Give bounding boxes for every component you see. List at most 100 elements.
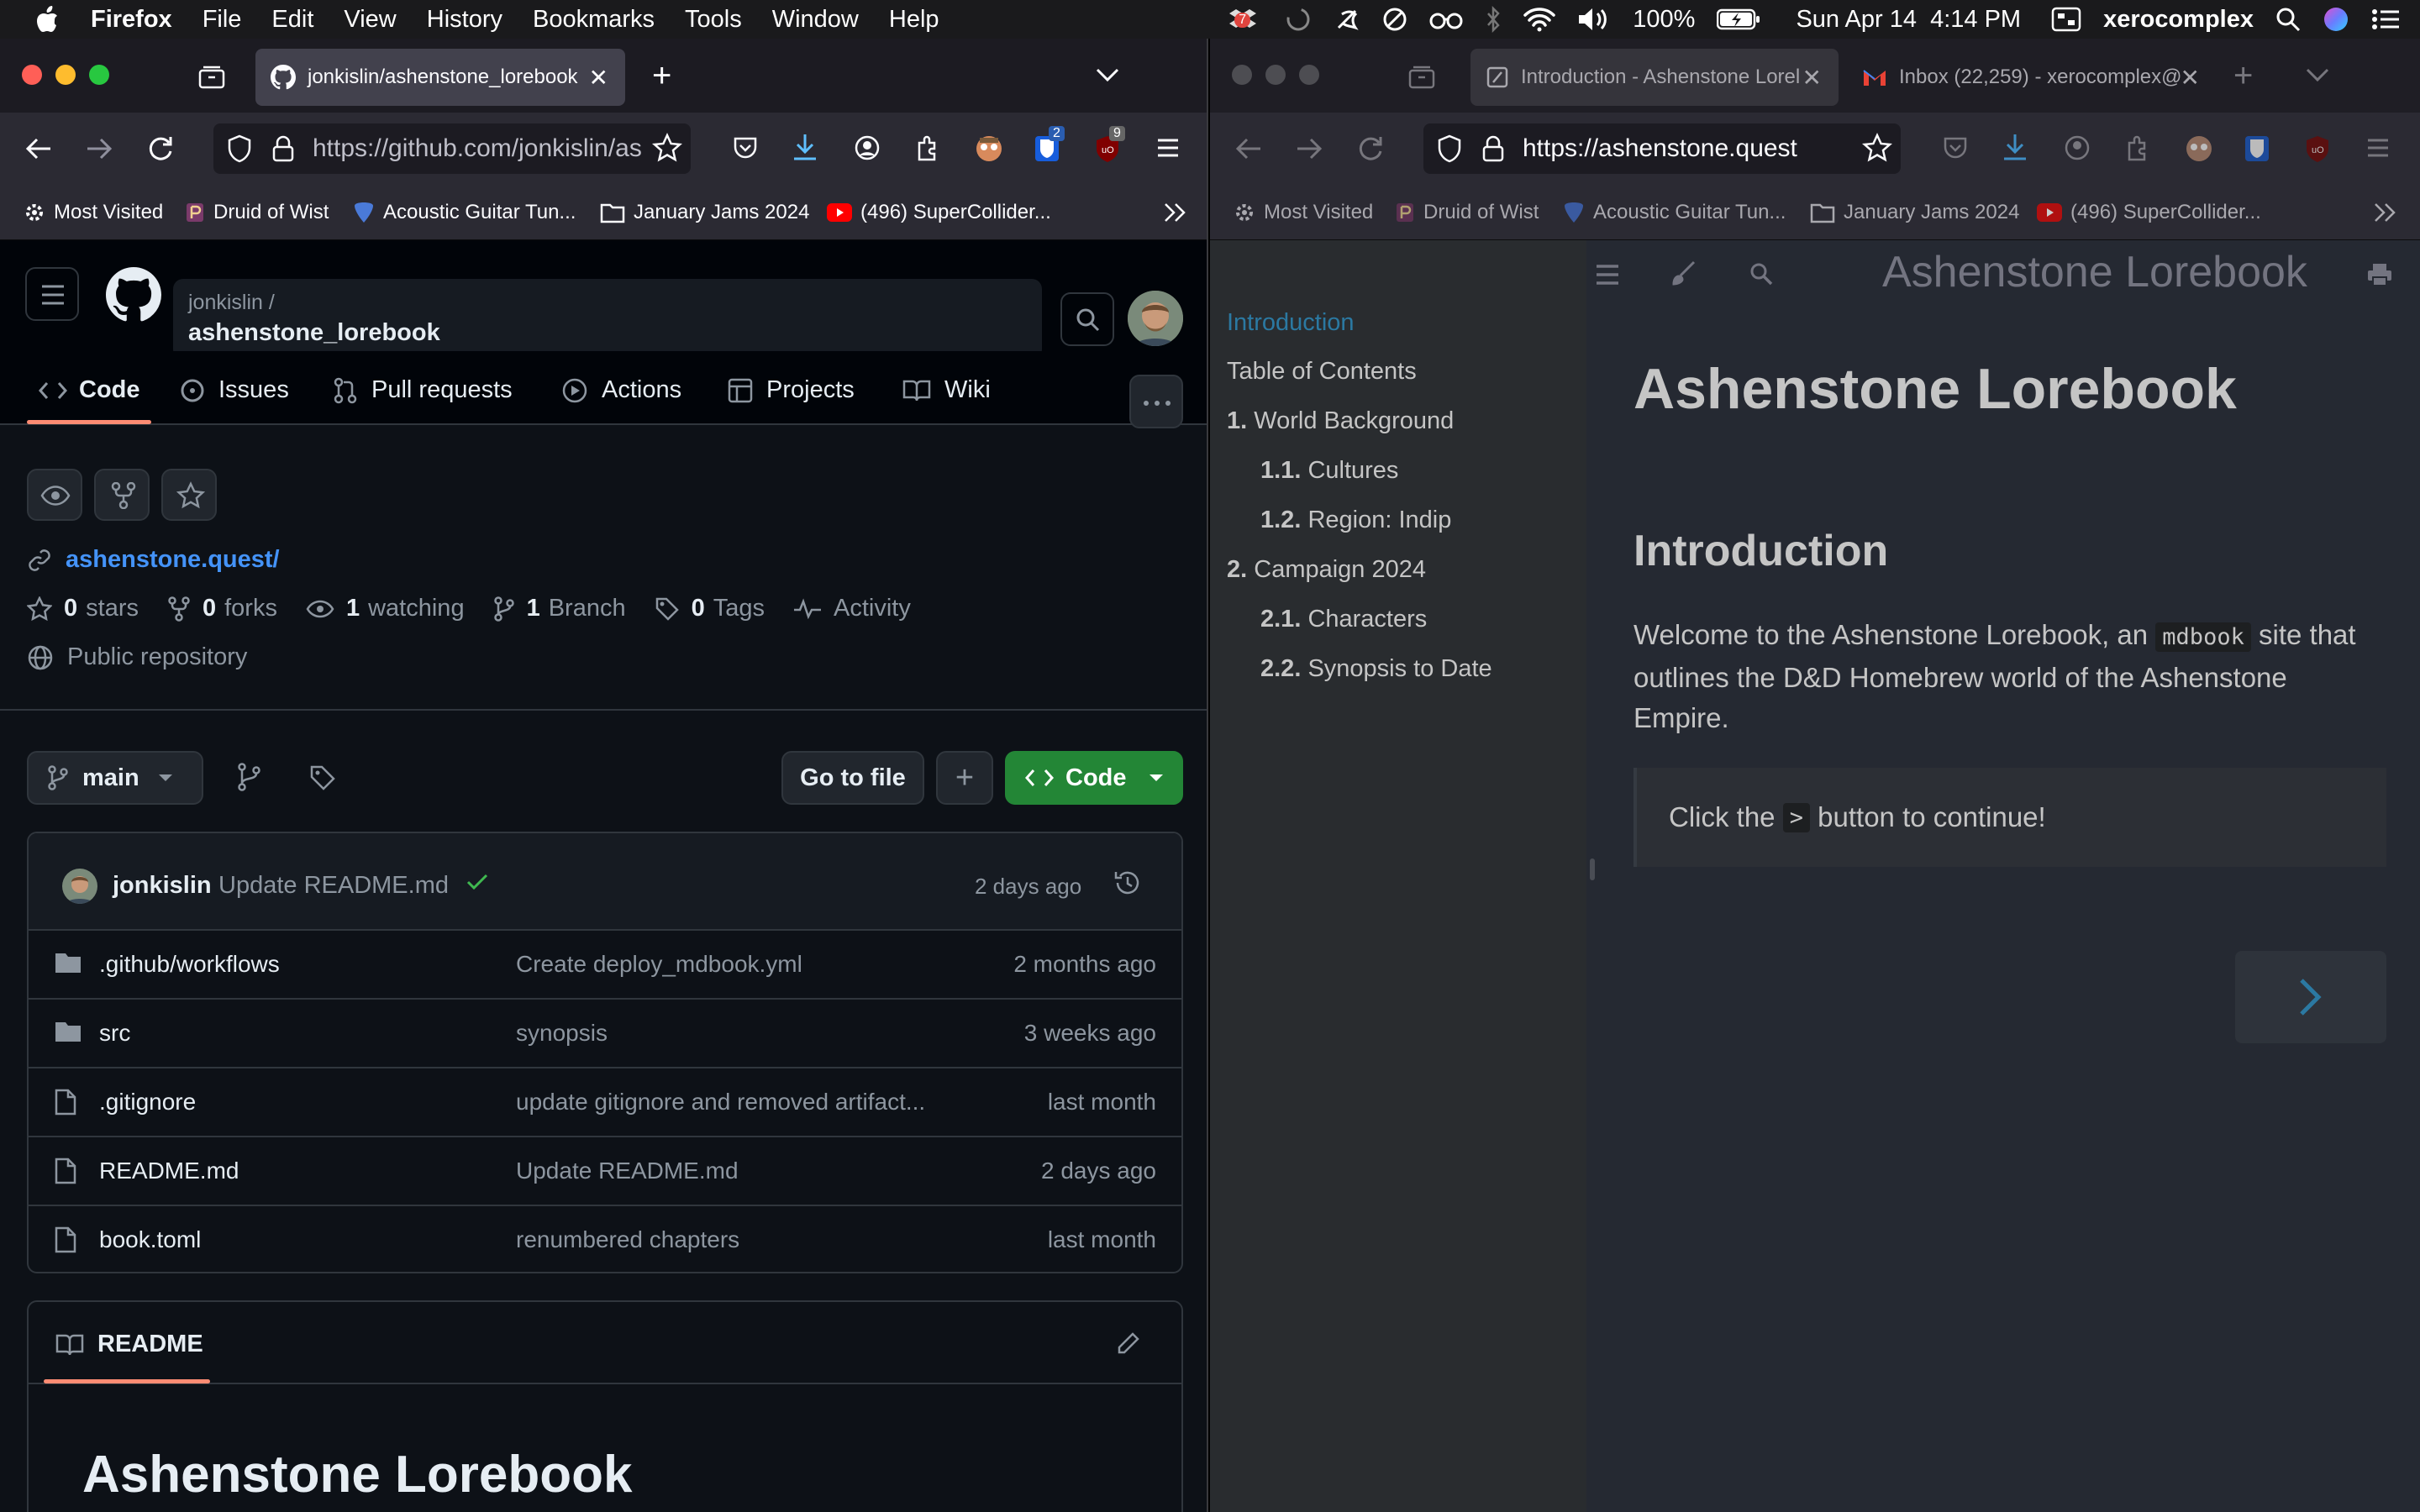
add-file-button[interactable]: +: [936, 751, 993, 805]
search-button[interactable]: [1060, 292, 1114, 346]
tags-stat[interactable]: 0 Tags: [655, 595, 765, 622]
sidebar-item-cultures[interactable]: 1.1. Cultures: [1260, 457, 1398, 485]
control-center-icon[interactable]: [2051, 7, 2081, 32]
more-options-button[interactable]: [1129, 375, 1183, 428]
volume-icon[interactable]: [1577, 7, 1611, 32]
list-all-tabs-icon[interactable]: [2306, 67, 2329, 82]
forward-arrow-icon[interactable]: [86, 136, 113, 161]
account-icon[interactable]: [2064, 134, 2091, 161]
list-all-tabs-icon[interactable]: [1096, 67, 1119, 82]
bookmark-star-icon[interactable]: [1862, 133, 1892, 163]
sidebar-item-synopsis[interactable]: 2.2. Synopsis to Date: [1260, 655, 1492, 683]
file-row[interactable]: README.md Update README.md 2 days ago: [27, 1136, 1183, 1205]
repo-website-link[interactable]: ashenstone.quest/: [27, 546, 280, 574]
extensions-icon[interactable]: [916, 134, 941, 161]
commit-author-avatar[interactable]: [62, 869, 97, 904]
bitwarden-icon[interactable]: 2: [1034, 126, 1065, 163]
file-row[interactable]: .gitignore update gitignore and removed a…: [27, 1067, 1183, 1136]
tab-introduction[interactable]: Introduction - Ashenstone Lorel ✕: [1470, 49, 1839, 106]
bookmark-folder-january-jams[interactable]: January Jams 2024: [600, 185, 809, 240]
url-bar[interactable]: https://ashenstone.quest: [1423, 123, 1901, 174]
menu-file[interactable]: File: [203, 6, 242, 34]
file-name[interactable]: src: [99, 1020, 130, 1047]
tab-pull-requests[interactable]: Pull requests: [333, 376, 513, 404]
history-icon[interactable]: [1113, 869, 1143, 897]
next-chapter-button[interactable]: [2235, 951, 2386, 1043]
extensions-icon[interactable]: [2126, 134, 2151, 161]
file-name[interactable]: README.md: [99, 1158, 239, 1184]
menu-window[interactable]: Window: [772, 6, 859, 34]
avatar[interactable]: [1128, 291, 1183, 346]
menu-help[interactable]: Help: [889, 6, 939, 34]
bookmark-guitar-tuner[interactable]: Acoustic Guitar Tun...: [1563, 185, 1786, 240]
bookmark-supercollider[interactable]: (496) SuperCollider...: [2037, 185, 2261, 240]
readme-tab[interactable]: README: [55, 1331, 203, 1358]
zoom-window-button[interactable]: [1299, 65, 1319, 85]
theme-brush-icon[interactable]: [1670, 260, 1696, 286]
star-button[interactable]: [161, 469, 217, 521]
commit-message[interactable]: Update README.md: [218, 872, 449, 900]
menu-edit[interactable]: Edit: [271, 6, 313, 34]
file-commit-message[interactable]: Update README.md: [516, 1158, 739, 1184]
account-icon[interactable]: [854, 134, 881, 161]
file-name[interactable]: .github/workflows: [99, 951, 280, 978]
menu-view[interactable]: View: [344, 6, 396, 34]
sidebar-toggle-icon[interactable]: [1595, 264, 1620, 286]
check-icon[interactable]: [466, 872, 489, 892]
pocket-icon[interactable]: [733, 136, 758, 160]
bookmark-guitar-tuner[interactable]: Acoustic Guitar Tun...: [353, 185, 576, 240]
bookmark-most-visited[interactable]: Most Visited: [1234, 185, 1373, 240]
bookmark-druid-of-wist[interactable]: Druid of Wist: [1395, 185, 1539, 240]
pocket-icon[interactable]: [1943, 136, 1968, 160]
circle-slash-icon[interactable]: [1382, 7, 1407, 32]
minimize-window-button[interactable]: [55, 65, 76, 85]
global-nav-menu-button[interactable]: [25, 267, 79, 321]
close-window-button[interactable]: [22, 65, 42, 85]
siri-icon[interactable]: [2323, 6, 2349, 33]
close-tab-icon[interactable]: ✕: [1802, 64, 1822, 92]
menu-tools[interactable]: Tools: [685, 6, 742, 34]
file-name[interactable]: .gitignore: [99, 1089, 196, 1116]
search-icon[interactable]: [1749, 262, 1773, 286]
bookmark-star-icon[interactable]: [652, 133, 682, 163]
ublock-icon[interactable]: uO: [2304, 134, 2331, 163]
back-arrow-icon[interactable]: [25, 136, 52, 161]
tab-actions[interactable]: Actions: [561, 376, 681, 404]
extension-avatar-icon[interactable]: [975, 134, 1003, 163]
sidebar-item-campaign-2024[interactable]: 2. Campaign 2024: [1227, 556, 1426, 584]
file-name[interactable]: book.toml: [99, 1226, 201, 1253]
tab-groups-icon[interactable]: [198, 64, 225, 89]
tab-groups-icon[interactable]: [1408, 64, 1435, 89]
sidebar-resize-handle[interactable]: [1590, 858, 1595, 880]
close-tab-icon[interactable]: ✕: [2181, 64, 2200, 92]
stars-stat[interactable]: 0 stars: [27, 595, 139, 622]
close-tab-icon[interactable]: ✕: [589, 64, 608, 92]
lock-icon[interactable]: [1482, 135, 1504, 162]
bookmark-druid-of-wist[interactable]: Druid of Wist: [185, 185, 329, 240]
extension-avatar-icon[interactable]: [2185, 134, 2213, 163]
downloads-icon[interactable]: [2002, 133, 2028, 161]
tab-gmail[interactable]: Inbox (22,259) - xerocomplex@ ✕: [1847, 49, 2217, 106]
forks-stat[interactable]: 0 forks: [167, 595, 277, 622]
sidebar-item-introduction[interactable]: Introduction: [1227, 309, 1355, 337]
reload-icon[interactable]: [1356, 134, 1385, 163]
tab-github[interactable]: jonkislin/ashenstone_lorebook ✕: [255, 49, 625, 106]
file-row[interactable]: .github/workflows Create deploy_mdbook.ym…: [27, 929, 1183, 998]
file-commit-message[interactable]: update gitignore and removed artifact...: [516, 1089, 925, 1116]
file-commit-message[interactable]: synopsis: [516, 1020, 608, 1047]
file-commit-message[interactable]: Create deploy_mdbook.yml: [516, 951, 802, 978]
more-bookmarks-chevron-icon[interactable]: [2373, 202, 2398, 223]
branch-stat[interactable]: 1 Branch: [493, 595, 626, 622]
apple-icon[interactable]: [35, 6, 59, 33]
minimize-window-button[interactable]: [1265, 65, 1286, 85]
app-menu[interactable]: Firefox: [91, 6, 172, 34]
zoom-window-button[interactable]: [89, 65, 109, 85]
bluetooth-icon[interactable]: [1485, 6, 1502, 33]
sidebar-item-characters[interactable]: 2.1. Characters: [1260, 606, 1427, 633]
commit-author[interactable]: jonkislin: [113, 872, 212, 900]
watch-button[interactable]: [27, 469, 82, 521]
new-tab-button[interactable]: +: [652, 59, 671, 92]
sidebar-item-region-indip[interactable]: 1.2. Region: Indip: [1260, 507, 1451, 534]
clock[interactable]: Sun Apr 14 4:14 PM: [1796, 6, 2021, 34]
reload-icon[interactable]: [146, 134, 175, 163]
